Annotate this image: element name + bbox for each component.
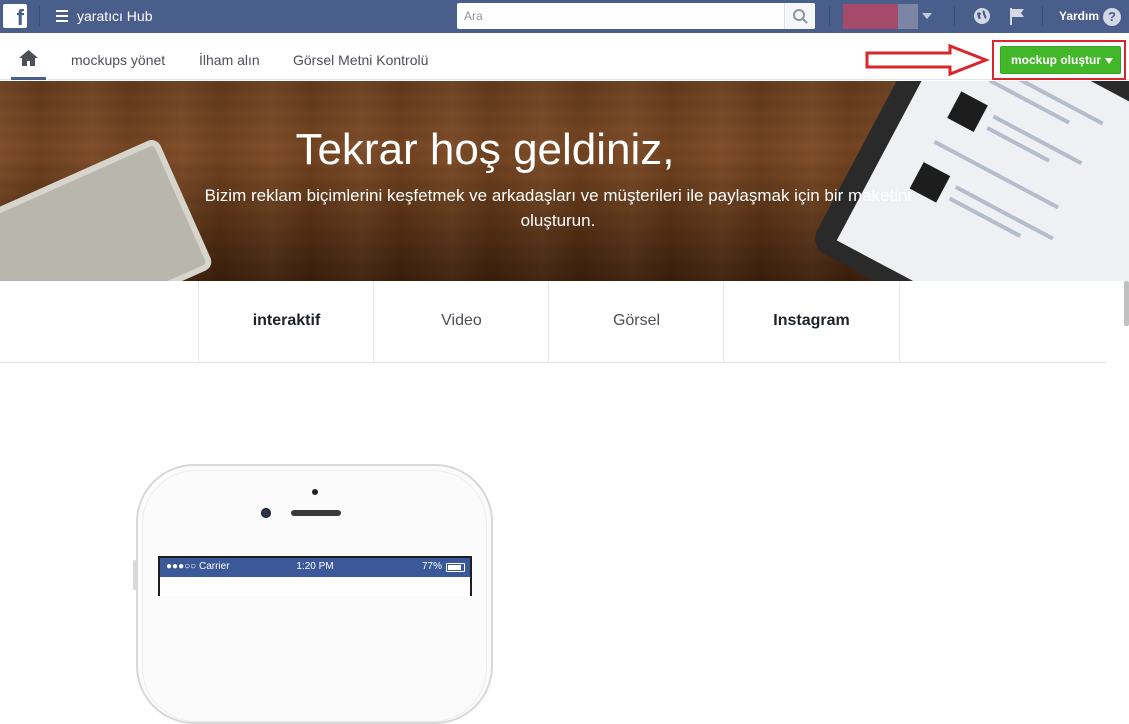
hamburger-menu-icon[interactable]: [56, 10, 68, 22]
app-title[interactable]: yaratıcı Hub: [77, 8, 152, 24]
account-avatar-secondary: [898, 4, 918, 29]
create-mockup-button[interactable]: mockup oluştur: [1000, 46, 1121, 74]
chevron-down-icon[interactable]: [922, 13, 932, 19]
globe-icon[interactable]: [972, 6, 992, 26]
divider: [954, 6, 955, 26]
hero-title: Tekrar hoş geldiniz,: [295, 125, 675, 174]
phone-status-bar: ●●●○○ Carrier 1:20 PM 77%: [160, 558, 470, 577]
annotation-arrow-icon: [865, 43, 990, 77]
nav-image-text-check[interactable]: Görsel Metni Kontrolü: [293, 52, 428, 68]
chevron-down-icon: [1105, 58, 1113, 64]
home-tab[interactable]: [11, 33, 46, 80]
divider: [39, 6, 40, 26]
account-switcher[interactable]: [843, 4, 918, 29]
nav-manage-mockups[interactable]: mockups yönet: [71, 52, 165, 68]
phone-sensor: [312, 489, 318, 495]
phone-camera: [261, 508, 271, 518]
divider: [829, 6, 830, 26]
phone-battery-level: 77%: [421, 561, 442, 572]
flag-icon[interactable]: [1007, 6, 1027, 26]
tab-instagram[interactable]: Instagram: [723, 281, 900, 363]
format-tabs: interaktif Video Görsel Instagram: [0, 281, 1107, 363]
nav-get-inspired[interactable]: İlham alın: [199, 52, 260, 68]
divider: [1042, 6, 1043, 26]
phone-speaker: [291, 510, 341, 516]
search-icon: [793, 9, 808, 24]
top-bar: f yaratıcı Hub Yardım ?: [0, 0, 1129, 33]
create-mockup-label: mockup oluştur: [1011, 53, 1102, 67]
search-input[interactable]: [457, 3, 785, 29]
search-button[interactable]: [784, 3, 815, 29]
home-icon: [19, 50, 38, 66]
battery-icon: [446, 563, 465, 572]
help-icon[interactable]: ?: [1103, 8, 1121, 26]
tab-video[interactable]: Video: [373, 281, 549, 363]
hero-banner: Tekrar hoş geldiniz, Bizim reklam biçiml…: [0, 81, 1129, 281]
scrollbar[interactable]: [1124, 281, 1129, 326]
tab-interactive[interactable]: interaktif: [198, 281, 374, 363]
tab-image[interactable]: Görsel: [548, 281, 724, 363]
help-link[interactable]: Yardım: [1059, 9, 1099, 23]
phone-screen: ●●●○○ Carrier 1:20 PM 77%: [158, 556, 472, 596]
hero-subtitle: Bizim reklam biçimlerini keşfetmek ve ar…: [204, 186, 912, 230]
phone-side-button: [133, 560, 137, 590]
facebook-logo-icon[interactable]: f: [3, 4, 27, 30]
account-avatar: [843, 4, 898, 29]
tablet-image: [808, 81, 1129, 281]
search-box: [457, 3, 815, 29]
